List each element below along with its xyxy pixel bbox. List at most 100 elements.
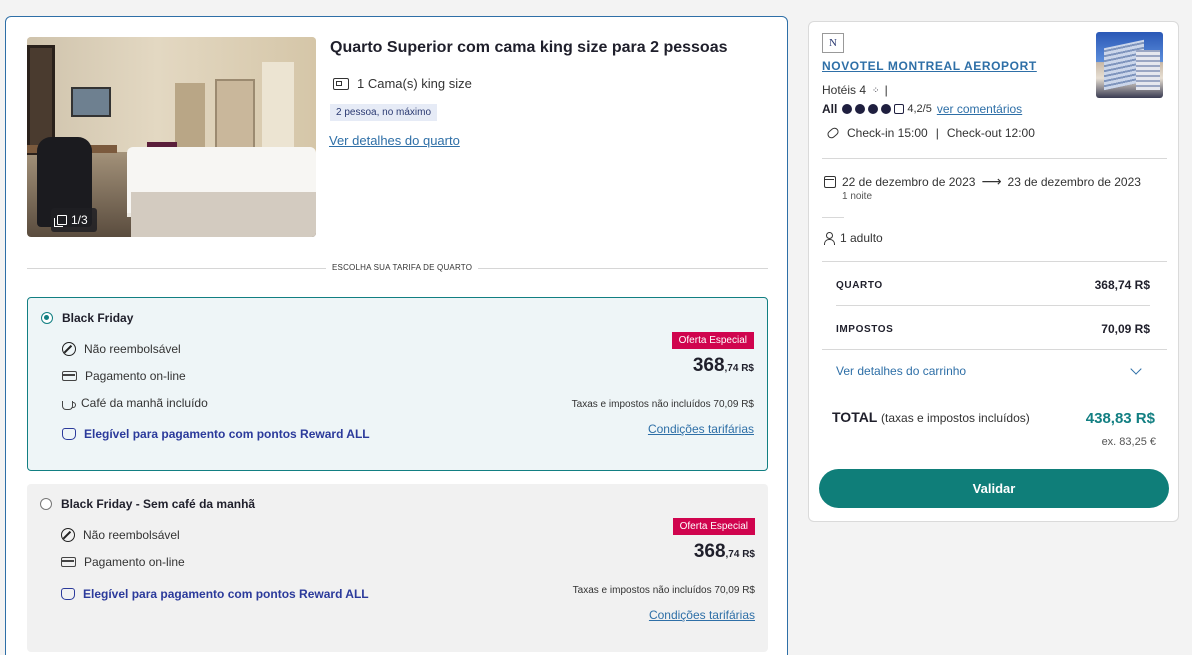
reward-text: Elegível para pagamento com pontos Rewar…	[83, 587, 369, 601]
checkin-time: Check-in 15:00	[847, 126, 928, 140]
hotel-class: Hotéis 4 ⁘ |	[822, 83, 888, 97]
rating-dot-filled	[855, 104, 866, 114]
gallery-icon	[54, 215, 67, 227]
arrow-right-icon: ⟶	[981, 173, 1002, 189]
hotel-class-text: Hotéis 4	[822, 83, 867, 97]
calendar-icon	[824, 175, 836, 188]
summary-divider	[822, 158, 1167, 159]
feature-reward-eligible: Elegível para pagamento com pontos Rewar…	[61, 587, 369, 601]
guest-text: 1 adulto	[840, 231, 883, 245]
feature-non-refundable: Não reembolsável	[62, 342, 181, 356]
rate-option-black-friday[interactable]: Black Friday Não reembolsável Pagamento …	[27, 297, 768, 471]
room-price-label: QUARTO	[836, 280, 883, 291]
special-offer-badge: Oferta Especial	[672, 518, 755, 535]
bed-info: 1 Cama(s) king size	[333, 76, 472, 91]
credit-card-icon	[62, 371, 77, 381]
rate-section-label: ESCOLHA SUA TARIFA DE QUARTO	[326, 263, 479, 272]
reward-icon	[62, 428, 76, 440]
rate-name: Black Friday - Sem café da manhã	[61, 497, 256, 511]
total-label-text: TOTAL	[832, 409, 878, 425]
feature-online-payment: Pagamento on-line	[61, 555, 185, 569]
taxes-note: Taxas e impostos não incluídos 70,09 R$	[571, 399, 754, 410]
feature-online-payment: Pagamento on-line	[62, 369, 186, 383]
tax-label: IMPOSTOS	[836, 324, 894, 335]
price-decimals: ,74 R$	[724, 363, 754, 374]
total-label: TOTAL (taxas e impostos incluídos)	[832, 409, 1030, 425]
summary-divider	[822, 349, 1167, 350]
price-decimals: ,74 R$	[725, 549, 755, 560]
link-icon	[825, 126, 841, 140]
room-card: 1/3 Quarto Superior com cama king size p…	[5, 16, 788, 655]
date-to: 23 de dezembro de 2023	[1007, 174, 1141, 189]
photo-bed-base	[131, 192, 316, 237]
photo-tv	[71, 87, 111, 117]
feature-text: Pagamento on-line	[85, 369, 186, 383]
hotel-rating: All 4,2/5 ver comentários	[822, 102, 1022, 116]
credit-card-icon	[61, 557, 76, 567]
guest-count: 1 adulto	[824, 231, 883, 245]
summary-divider	[822, 261, 1167, 262]
reward-text: Elegível para pagamento com pontos Rewar…	[84, 427, 370, 441]
room-details-link[interactable]: Ver detalhes do quarto	[329, 133, 460, 148]
summary-divider	[836, 305, 1150, 306]
validate-button[interactable]: Validar	[819, 469, 1169, 508]
star-icon: ⁘	[872, 84, 879, 95]
room-photo[interactable]: 1/3	[27, 37, 316, 237]
no-refund-icon	[62, 342, 76, 356]
rate-price: 368,74 R$	[693, 355, 754, 377]
thumb-building-tower	[1136, 50, 1160, 90]
separator: |	[935, 126, 939, 140]
feature-non-refundable: Não reembolsável	[61, 528, 180, 542]
price-main: 368	[692, 355, 725, 376]
rate-conditions-link[interactable]: Condições tarifárias	[649, 608, 755, 622]
rate-option-no-breakfast[interactable]: Black Friday - Sem café da manhã Não ree…	[27, 484, 768, 652]
nights-count: 1 noite	[842, 191, 873, 202]
feature-breakfast: Café da manhã incluído	[62, 396, 208, 410]
cart-details-link[interactable]: Ver detalhes do carrinho	[836, 364, 966, 378]
checkin-checkout: Check-in 15:00 | Check-out 12:00	[825, 126, 1035, 140]
rate-radio-selected[interactable]	[41, 312, 53, 324]
user-icon	[824, 231, 835, 245]
coffee-cup-icon	[62, 400, 76, 410]
chevron-down-icon[interactable]	[1130, 363, 1142, 375]
total-value: 438,83 R$	[1085, 410, 1155, 427]
photo-counter-text: 1/3	[71, 213, 88, 227]
rate-conditions-link[interactable]: Condições tarifárias	[648, 422, 754, 436]
booking-summary: N NOVOTEL MONTREAL AEROPORT Hotéis 4 ⁘ |…	[808, 21, 1179, 522]
room-title: Quarto Superior com cama king size para …	[330, 39, 728, 56]
no-refund-icon	[61, 528, 75, 542]
rating-dot-empty	[894, 104, 905, 114]
hotel-brand-logo: N	[822, 33, 844, 53]
room-price-value: 368,74 R$	[1094, 278, 1150, 292]
total-note: (taxas e impostos incluídos)	[881, 411, 1030, 425]
rate-radio-unselected[interactable]	[40, 498, 52, 510]
feature-text: Pagamento on-line	[84, 555, 185, 569]
rating-dot-filled	[881, 104, 892, 114]
rating-value: 4,2/5	[907, 103, 932, 115]
hotel-name-link[interactable]: NOVOTEL MONTREAL AEROPORT	[822, 59, 1037, 73]
checkout-time: Check-out 12:00	[946, 126, 1035, 140]
rate-price: 368,74 R$	[694, 541, 755, 563]
bed-text: 1 Cama(s) king size	[357, 76, 472, 91]
photo-gallery-counter[interactable]: 1/3	[51, 208, 97, 232]
bed-icon	[333, 77, 349, 90]
max-occupancy-tag: 2 pessoa, no máximo	[330, 104, 438, 121]
special-offer-badge: Oferta Especial	[671, 332, 754, 349]
stay-dates: 22 de dezembro de 2023 ⟶ 23 de dezembro …	[824, 173, 1141, 190]
feature-text: Café da manhã incluído	[81, 396, 208, 410]
rate-name: Black Friday	[62, 311, 134, 325]
rating-dot-filled	[868, 104, 879, 114]
feature-reward-eligible: Elegível para pagamento com pontos Rewar…	[62, 427, 370, 441]
feature-text: Não reembolsável	[84, 342, 181, 356]
hotel-thumbnail[interactable]	[1096, 32, 1163, 98]
reviews-link[interactable]: ver comentários	[937, 102, 1022, 116]
date-from: 22 de dezembro de 2023	[842, 174, 976, 189]
price-main: 368	[693, 541, 726, 562]
tax-value: 70,09 R$	[1101, 322, 1150, 336]
taxes-note: Taxas e impostos não incluídos 70,09 R$	[572, 585, 755, 596]
total-excluding: ex. 83,25 €	[1101, 436, 1156, 448]
feature-text: Não reembolsável	[83, 528, 180, 542]
rating-dot-filled	[842, 104, 853, 114]
reward-icon	[61, 588, 75, 600]
photo-window	[262, 62, 294, 152]
